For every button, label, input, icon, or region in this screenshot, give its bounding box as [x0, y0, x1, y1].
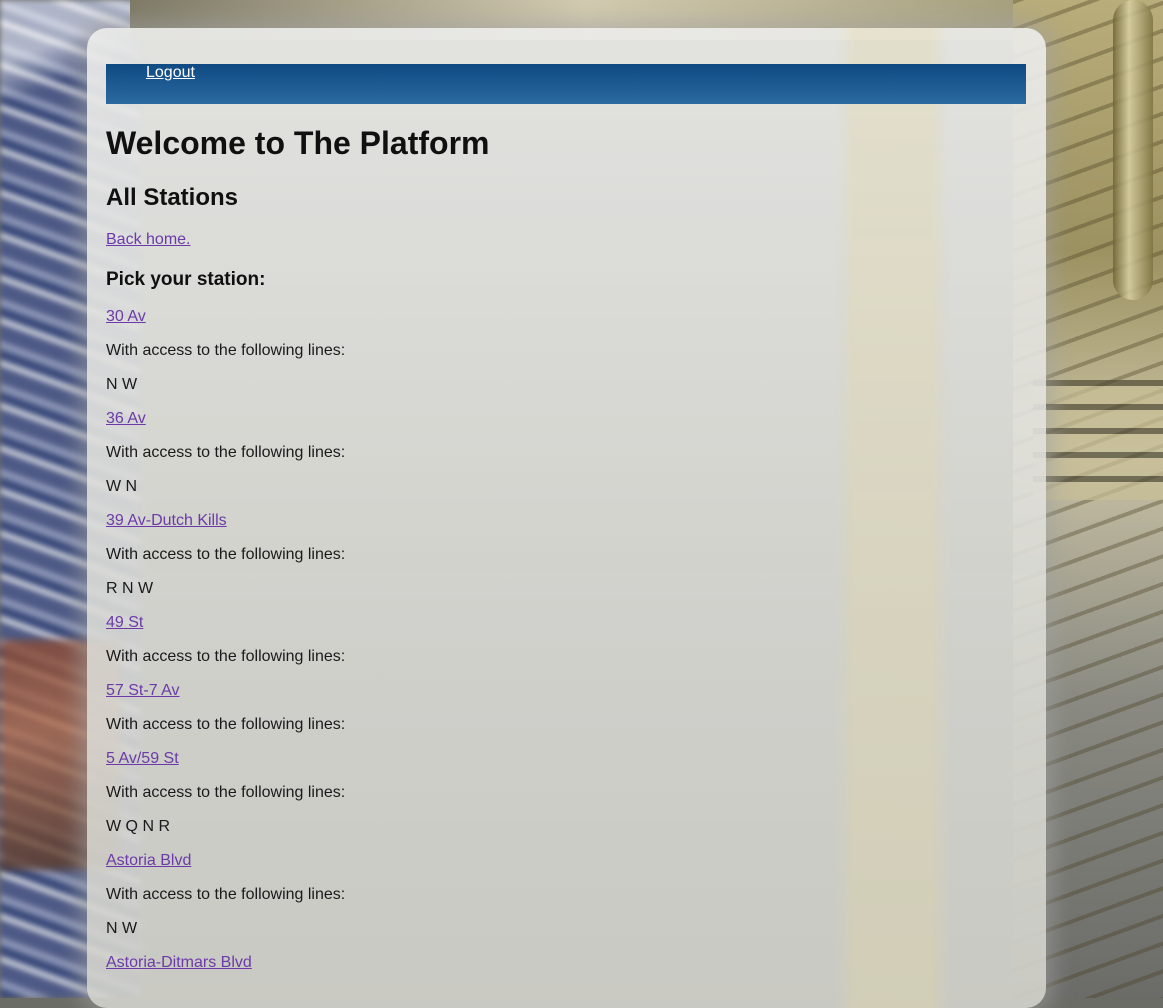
pick-station-heading: Pick your station:: [106, 269, 266, 290]
station-lines: R N W: [106, 580, 154, 597]
station-access-label: With access to the following lines:: [106, 546, 346, 563]
station-lines: N W: [106, 376, 138, 393]
station-item: Astoria-Ditmars Blvd: [106, 954, 1006, 988]
station-link[interactable]: 5 Av/59 St: [106, 750, 179, 767]
station-item: 39 Av-Dutch Kills: [106, 512, 1006, 546]
station-link[interactable]: 39 Av-Dutch Kills: [106, 512, 227, 529]
station-item: Astoria Blvd: [106, 852, 1006, 886]
station-list: 30 Av With access to the following lines:…: [106, 308, 1006, 988]
station-lines: W N: [106, 478, 138, 495]
station-link[interactable]: 49 St: [106, 614, 143, 631]
station-access-label: With access to the following lines:: [106, 886, 346, 903]
station-access-label: With access to the following lines:: [106, 342, 346, 359]
top-nav-bar: Logout: [106, 64, 1026, 104]
station-link[interactable]: 57 St-7 Av: [106, 682, 180, 699]
station-link[interactable]: Astoria-Ditmars Blvd: [106, 954, 252, 971]
station-item: 30 Av: [106, 308, 1006, 342]
station-link[interactable]: 36 Av: [106, 410, 146, 427]
station-access-label: With access to the following lines:: [106, 648, 346, 665]
station-item: 49 St: [106, 614, 1006, 648]
station-link[interactable]: 30 Av: [106, 308, 146, 325]
station-lines: N W: [106, 920, 138, 937]
station-item: 36 Av: [106, 410, 1006, 444]
section-title: All Stations: [106, 184, 239, 211]
station-link[interactable]: Astoria Blvd: [106, 852, 191, 869]
station-lines: W Q N R: [106, 818, 170, 835]
back-home-link[interactable]: Back home.: [106, 231, 190, 249]
logout-link[interactable]: Logout: [146, 64, 195, 82]
station-item: 5 Av/59 St: [106, 750, 1006, 784]
pipe-image: [1113, 0, 1153, 300]
platform-ceiling-image: [1033, 380, 1163, 500]
station-access-label: With access to the following lines:: [106, 784, 346, 801]
page-title: Welcome to The Platform: [106, 125, 490, 161]
station-item: 57 St-7 Av: [106, 682, 1006, 716]
station-access-label: With access to the following lines:: [106, 716, 346, 733]
station-access-label: With access to the following lines:: [106, 444, 346, 461]
